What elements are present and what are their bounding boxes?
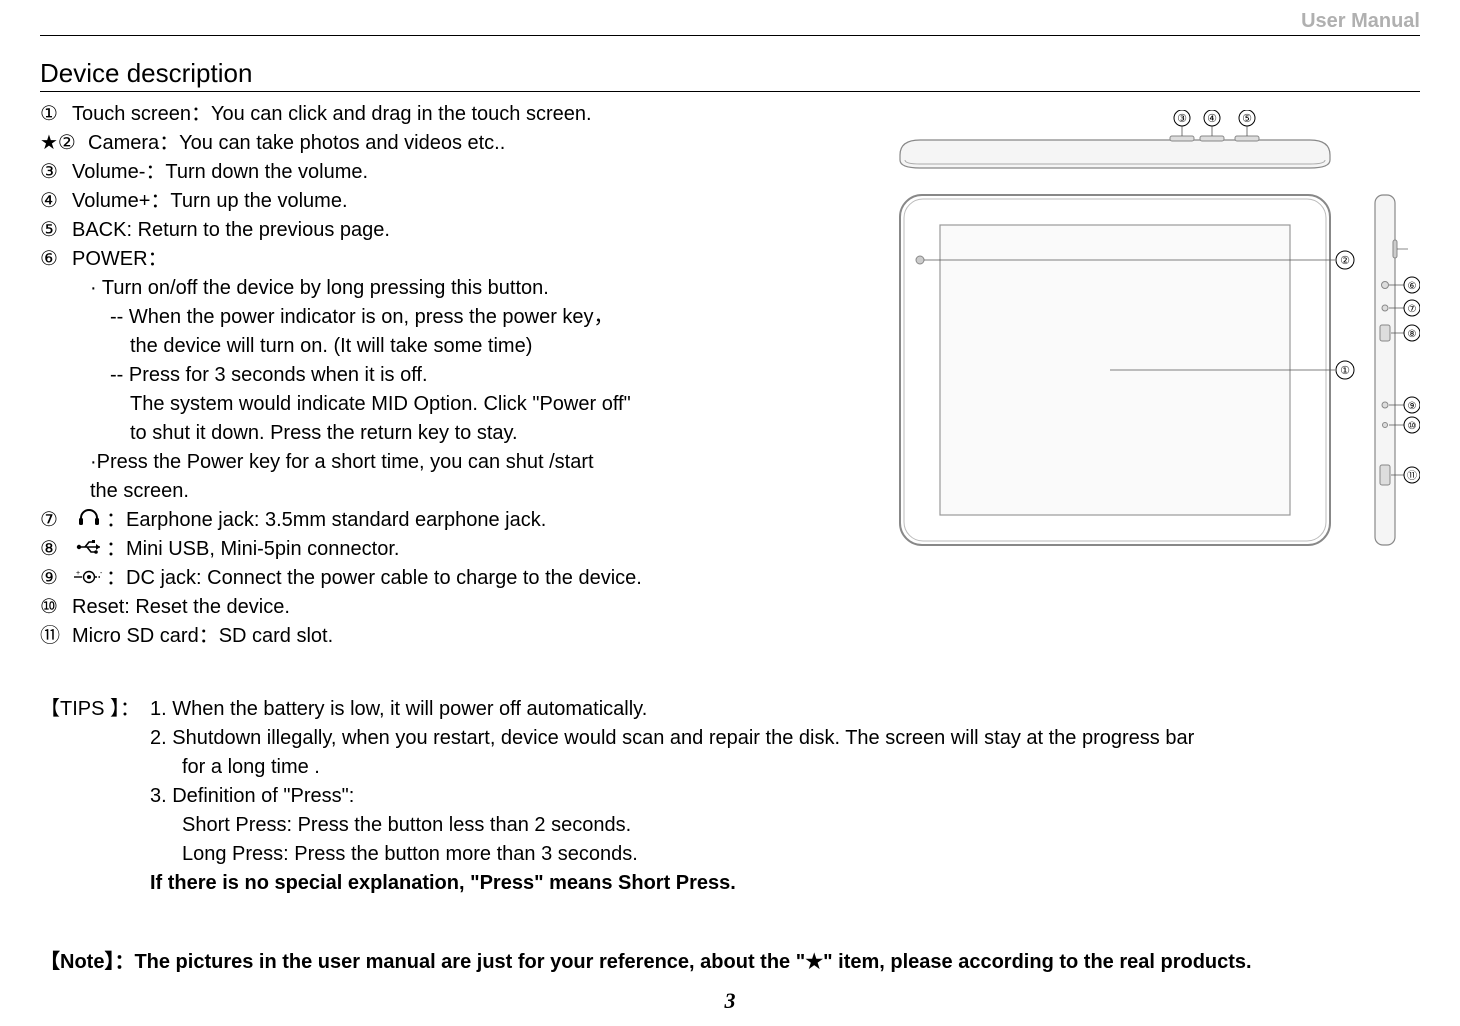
dc-jack-icon: +- xyxy=(72,564,106,593)
item-5: ⑤ BACK: Return to the previous page. xyxy=(40,216,740,245)
item-number: ③ xyxy=(40,158,72,187)
device-top-view: ③ ④ ⑤ xyxy=(900,110,1330,168)
item-7: ⑦ ：Earphone jack: 3.5mm standard earphon… xyxy=(40,506,740,535)
top-rule xyxy=(40,35,1420,36)
item-text: Reset: Reset the device. xyxy=(72,593,290,622)
item-6-sub: The system would indicate MID Option. Cl… xyxy=(130,390,740,419)
item-text: Volume-：Turn down the volume. xyxy=(72,158,368,187)
tip-2: 2. Shutdown illegally, when you restart,… xyxy=(150,724,1420,753)
item-1: ① Touch screen：You can click and drag in… xyxy=(40,100,740,129)
item-text: BACK: Return to the previous page. xyxy=(72,216,390,245)
callout-11: ⑪ xyxy=(1407,470,1417,482)
callout-5: ⑤ xyxy=(1242,113,1252,125)
item-number: ⑧ xyxy=(40,535,72,564)
item-11: ⑪ Micro SD card：SD card slot. xyxy=(40,622,740,651)
callout-4: ④ xyxy=(1207,113,1217,125)
item-6: ⑥ POWER： xyxy=(40,245,740,274)
item-3: ③ Volume-：Turn down the volume. xyxy=(40,158,740,187)
tips-section: 【TIPS 】： 1. When the battery is low, it … xyxy=(40,695,1420,898)
item-number: ⑤ xyxy=(40,216,72,245)
item-number: ★② xyxy=(40,129,88,158)
item-6-sub: -- Press for 3 seconds when it is off. xyxy=(110,361,740,390)
item-number: ⑨ xyxy=(40,564,72,593)
item-6-sub: the device will turn on. (It will take s… xyxy=(130,332,740,361)
item-4: ④ Volume+：Turn up the volume. xyxy=(40,187,740,216)
section-title: Device description xyxy=(40,58,1420,92)
tip-2b: for a long time . xyxy=(182,753,1420,782)
item-2: ★② Camera：You can take photos and videos… xyxy=(40,129,740,158)
device-side-view: ⑥ ⑦ ⑧ ⑨ ⑩ ⑪ xyxy=(1375,195,1420,545)
item-text: ：Mini USB, Mini-5pin connector. xyxy=(106,535,399,564)
item-text: POWER： xyxy=(72,245,168,274)
item-6-sub: the screen. xyxy=(90,477,740,506)
callout-10: ⑩ xyxy=(1408,421,1417,432)
item-number: ① xyxy=(40,100,72,129)
usb-icon xyxy=(72,535,106,564)
item-text: Volume+：Turn up the volume. xyxy=(72,187,348,216)
item-8: ⑧ ：Mini USB, Mini-5pin connector. xyxy=(40,535,740,564)
item-6-sub: to shut it down. Press the return key to… xyxy=(130,419,740,448)
item-text: Touch screen：You can click and drag in t… xyxy=(72,100,592,129)
callout-6: ⑥ xyxy=(1408,281,1417,292)
item-number: ⑦ xyxy=(40,506,72,535)
item-number: ⑥ xyxy=(40,245,72,274)
tip-3a: Short Press: Press the button less than … xyxy=(182,811,1420,840)
item-10: ⑩ Reset: Reset the device. xyxy=(40,593,740,622)
device-front-view: ② ① xyxy=(900,195,1354,545)
svg-text:-: - xyxy=(100,570,103,577)
callout-2: ② xyxy=(1340,255,1350,267)
tip-3c: If there is no special explanation, "Pre… xyxy=(150,869,1420,898)
headphone-icon xyxy=(72,506,106,535)
callout-1: ① xyxy=(1340,365,1350,377)
page-number: 3 xyxy=(0,988,1460,1014)
item-text: Camera：You can take photos and videos et… xyxy=(88,129,505,158)
item-number: ⑪ xyxy=(40,622,72,651)
tips-label: 【TIPS 】： xyxy=(40,695,150,898)
item-6-sub: ·Press the Power key for a short time, y… xyxy=(90,448,740,477)
item-6-sub: -- When the power indicator is on, press… xyxy=(110,303,740,332)
item-number: ④ xyxy=(40,187,72,216)
item-text: ：Earphone jack: 3.5mm standard earphone … xyxy=(106,506,546,535)
item-text: Micro SD card：SD card slot. xyxy=(72,622,333,651)
callout-9: ⑨ xyxy=(1408,401,1417,412)
item-9: ⑨ +- ：DC jack: Connect the power cable t… xyxy=(40,564,740,593)
tip-3: 3. Definition of "Press": xyxy=(150,782,1420,811)
tip-1: 1. When the battery is low, it will powe… xyxy=(150,695,1420,724)
tip-3b: Long Press: Press the button more than 3… xyxy=(182,840,1420,869)
item-number: ⑩ xyxy=(40,593,72,622)
note-text: 【Note】：The pictures in the user manual a… xyxy=(40,945,1420,974)
callout-3: ③ xyxy=(1177,113,1187,125)
item-text: ：DC jack: Connect the power cable to cha… xyxy=(106,564,642,593)
svg-text:+: + xyxy=(76,570,80,577)
device-diagram: ③ ④ ⑤ ② ① xyxy=(860,110,1420,560)
callout-7: ⑦ xyxy=(1408,304,1417,315)
callout-8: ⑧ xyxy=(1408,329,1417,340)
item-6-sub: · Turn on/off the device by long pressin… xyxy=(90,274,740,303)
description-list: ① Touch screen：You can click and drag in… xyxy=(40,100,740,651)
header-label: User Manual xyxy=(1301,10,1420,33)
